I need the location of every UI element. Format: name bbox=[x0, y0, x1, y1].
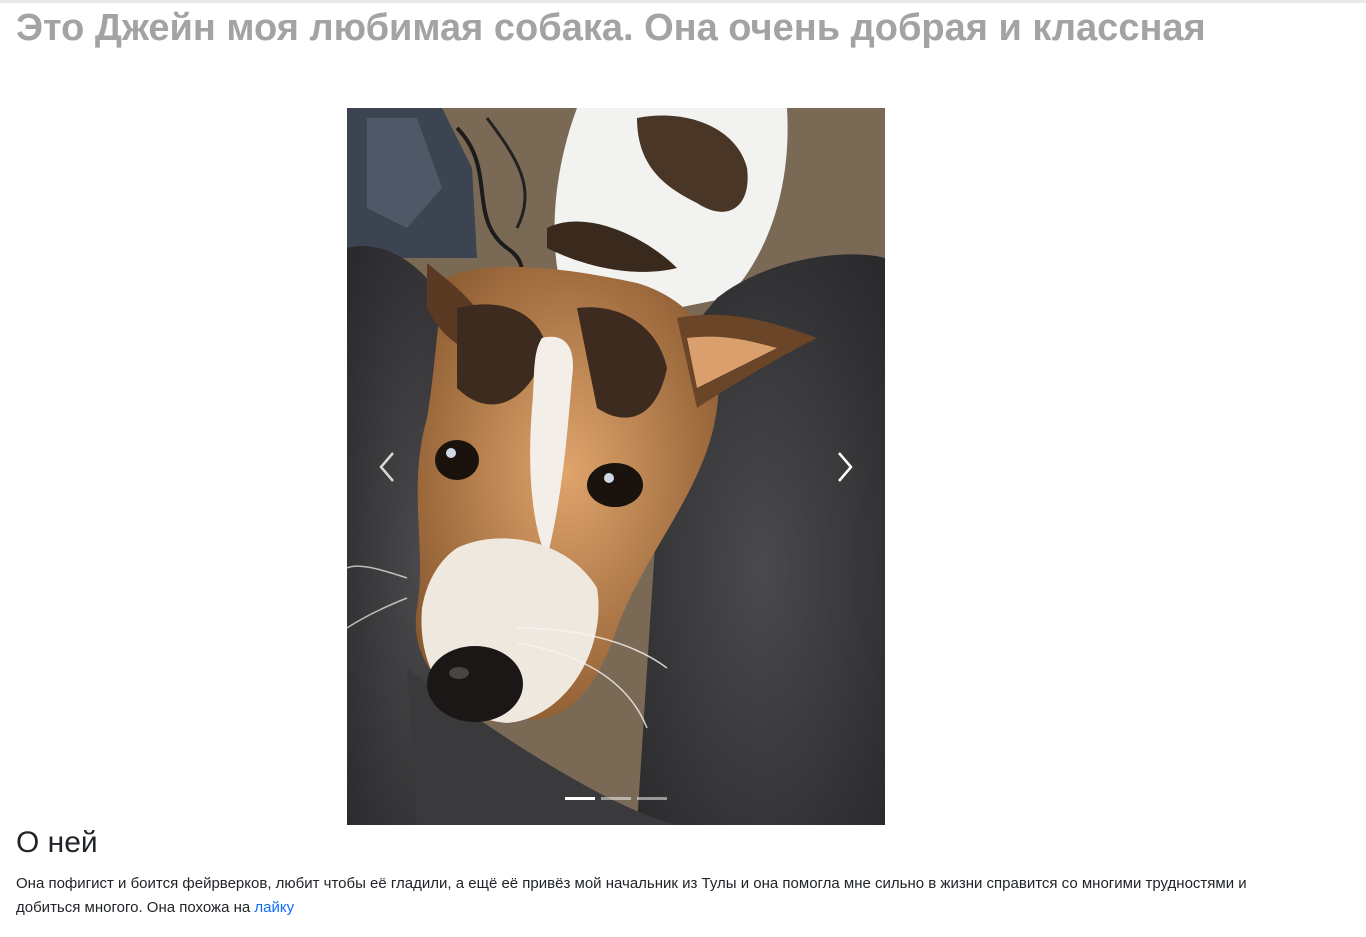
about-heading: О ней bbox=[16, 826, 98, 859]
husky-link[interactable]: лайку bbox=[254, 899, 294, 916]
carousel-next-button[interactable] bbox=[805, 108, 885, 825]
carousel-prev-button[interactable] bbox=[347, 108, 427, 825]
carousel-indicator-3[interactable] bbox=[637, 797, 667, 800]
carousel-indicator-2[interactable] bbox=[601, 797, 631, 800]
photo-carousel bbox=[347, 108, 885, 825]
chevron-right-icon bbox=[838, 451, 853, 482]
about-text-body: Она пофигист и боится фейрверков, любит … bbox=[16, 875, 1247, 916]
carousel-indicator-1[interactable] bbox=[565, 797, 595, 800]
page-title: Это Джейн моя любимая собака. Она очень … bbox=[16, 7, 1206, 49]
chevron-left-icon bbox=[379, 451, 394, 482]
carousel-indicators bbox=[347, 797, 885, 800]
top-border bbox=[0, 0, 1366, 3]
about-text: Она пофигист и боится фейрверков, любит … bbox=[16, 872, 1266, 920]
